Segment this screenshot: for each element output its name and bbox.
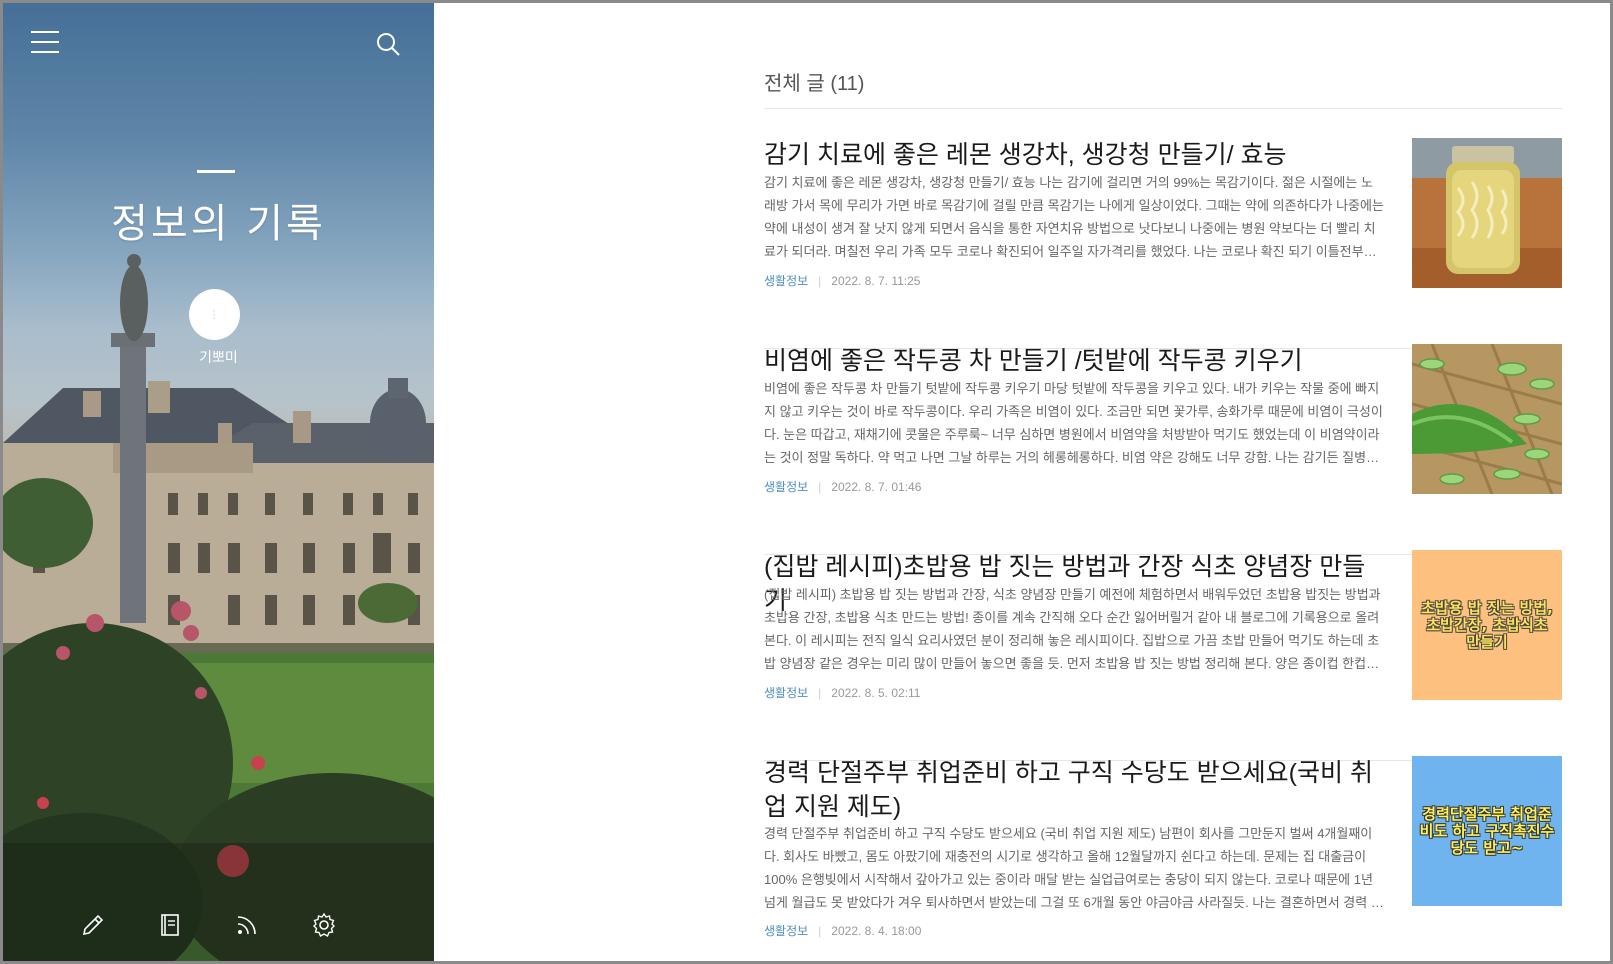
post-count: (11) (830, 73, 865, 95)
post-category[interactable]: 생활정보 (764, 480, 808, 494)
avatar-placeholder-icon: ⋮ (208, 308, 221, 321)
post-title[interactable]: 비염에 좋은 작두콩 차 만들기 /텃밭에 작두콩 키우기 (764, 344, 1384, 378)
post-meta: 생활정보 | 2022. 8. 7. 01:46 (764, 478, 921, 495)
post-date: 2022. 8. 7. 01:46 (831, 480, 922, 494)
blog-title[interactable]: 정보의 기록 (3, 191, 434, 249)
post-thumbnail-lemon-ginger-jar[interactable] (1412, 138, 1562, 288)
sidebar-background-image (3, 254, 434, 961)
pencil-icon[interactable] (79, 911, 107, 939)
beans-image (1412, 344, 1562, 494)
search-icon[interactable] (375, 31, 401, 57)
book-icon[interactable] (156, 911, 184, 939)
post-item[interactable]: 경력 단절주부 취업준비 하고 구직 수당도 받으세요(국비 취업 지원 제도)… (764, 756, 1562, 961)
post-item[interactable]: (집밥 레시피)초밥용 밥 짓는 방법과 간장 식초 양념장 만들기 (집밥 레… (764, 550, 1562, 761)
title-decoration-bar (197, 170, 235, 173)
gear-icon[interactable] (310, 911, 338, 939)
rss-icon[interactable] (233, 911, 261, 939)
menu-icon[interactable] (31, 31, 59, 55)
post-date: 2022. 8. 7. 11:25 (831, 274, 921, 288)
post-meta: 생활정보 | 2022. 8. 5. 02:11 (764, 684, 920, 701)
divider (764, 108, 1562, 109)
post-excerpt[interactable]: (집밥 레시피) 초밥용 밥 짓는 방법과 간장, 식초 양념장 만들기 예전에… (764, 583, 1384, 675)
list-heading-label: 전체 글 (764, 73, 825, 95)
sidebar: 정보의 기록 ⋮ 기뽀미 (3, 3, 434, 961)
post-title[interactable]: 경력 단절주부 취업준비 하고 구직 수당도 받으세요(국비 취업 지원 제도) (764, 756, 1384, 824)
post-title[interactable]: 감기 치료에 좋은 레몬 생강차, 생강청 만들기/ 효능 (764, 138, 1384, 172)
list-heading: 전체 글 (11) (764, 67, 864, 96)
post-thumbnail-career-break[interactable]: 경력단절주부 취업준비도 하고 구직촉진수당도 받고~ (1412, 756, 1562, 906)
meta-separator: | (818, 924, 822, 938)
post-category[interactable]: 생활정보 (764, 274, 808, 288)
thumbnail-caption: 경력단절주부 취업준비도 하고 구직촉진수당도 받고~ (1419, 804, 1555, 857)
post-list-area: 전체 글 (11) 감기 치료에 좋은 레몬 생강차, 생강청 만들기/ 효능 … (764, 3, 1564, 961)
post-meta: 생활정보 | 2022. 8. 7. 11:25 (764, 272, 920, 289)
thumbnail-caption: 초밥용 밥 짓는 방법, 초밥간장, 초밥식초 만들기 (1421, 598, 1553, 651)
post-item[interactable]: 감기 치료에 좋은 레몬 생강차, 생강청 만들기/ 효능 감기 치료에 좋은 … (764, 138, 1562, 349)
post-item[interactable]: 비염에 좋은 작두콩 차 만들기 /텃밭에 작두콩 키우기 비염에 좋은 작두콩… (764, 344, 1562, 555)
avatar[interactable]: ⋮ (189, 289, 240, 340)
post-thumbnail-sword-beans[interactable] (1412, 344, 1562, 494)
nickname[interactable]: 기뽀미 (3, 347, 434, 367)
post-excerpt[interactable]: 감기 치료에 좋은 레몬 생강차, 생강청 만들기/ 효능 나는 감기에 걸리면… (764, 171, 1384, 263)
post-category[interactable]: 생활정보 (764, 686, 808, 700)
meta-separator: | (818, 274, 822, 288)
meta-separator: | (818, 480, 822, 494)
post-date: 2022. 8. 4. 18:00 (831, 924, 922, 938)
meta-separator: | (818, 686, 822, 700)
post-thumbnail-sushi-rice[interactable]: 초밥용 밥 짓는 방법, 초밥간장, 초밥식초 만들기 (1412, 550, 1562, 700)
post-excerpt[interactable]: 비염에 좋은 작두콩 차 만들기 텃밭에 작두콩 키우기 마당 텃밭에 작두콩을… (764, 377, 1384, 469)
sidebar-bottom-toolbar (3, 911, 434, 941)
post-meta: 생활정보 | 2022. 8. 4. 18:00 (764, 922, 921, 939)
post-date: 2022. 8. 5. 02:11 (831, 686, 921, 700)
post-category[interactable]: 생활정보 (764, 924, 808, 938)
jar-image (1412, 138, 1562, 288)
post-excerpt[interactable]: 경력 단절주부 취업준비 하고 구직 수당도 받으세요 (국비 취업 지원 제도… (764, 822, 1384, 914)
